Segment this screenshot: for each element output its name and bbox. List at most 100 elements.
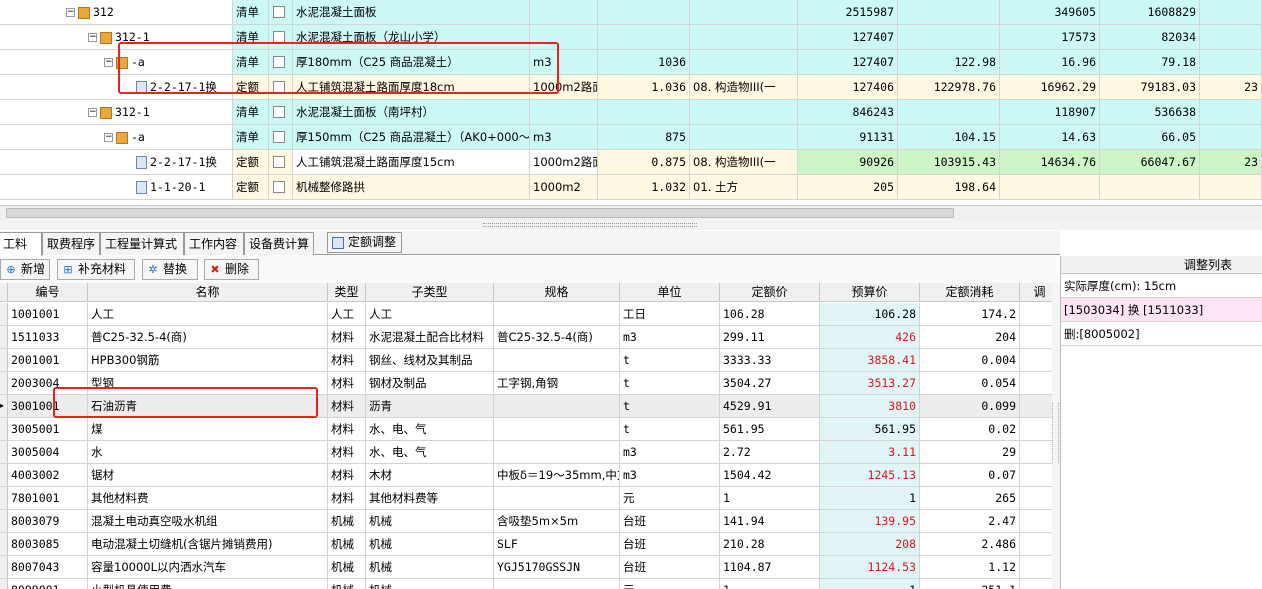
tree-row[interactable]: 2-2-17-1换 定额 人工铺筑混凝土路面厚度15cm 1000m2路面 0.875 0… — [0, 150, 1262, 175]
tree-c2-cell[interactable]: 66.05 — [1100, 125, 1200, 149]
tree-c2-cell[interactable]: 82034 — [1100, 25, 1200, 49]
tree-spec-cell[interactable]: 01. 土方 — [690, 175, 798, 199]
material-qprice-cell[interactable]: 1104.87 — [720, 556, 820, 578]
row-indicator[interactable] — [0, 464, 8, 486]
tree-name-cell[interactable]: 水泥混凝土面板 — [293, 0, 530, 24]
column-header[interactable]: 规格 — [494, 283, 620, 302]
material-consume-cell[interactable]: 0.004 — [920, 349, 1020, 371]
material-row[interactable]: 1511033 普C25-32.5-4(商) 材料 水泥混凝土配合比材料 普C25-32… — [0, 326, 1052, 349]
row-checkbox-cell[interactable] — [269, 125, 293, 149]
row-indicator[interactable] — [0, 533, 8, 555]
tree-spec-cell[interactable] — [690, 125, 798, 149]
material-row[interactable]: 7801001 其他材料费 材料 其他材料费等元 1 1 265 — [0, 487, 1052, 510]
material-adj-cell[interactable] — [1020, 349, 1052, 371]
tree-price-cell[interactable]: 103915.43 — [898, 150, 1000, 174]
tree-qty-cell[interactable]: 1.036 — [598, 75, 690, 99]
scrollbar-thumb[interactable] — [6, 208, 954, 218]
material-code-cell[interactable]: 4003002 — [8, 464, 88, 486]
tree-qty-cell[interactable]: 1.032 — [598, 175, 690, 199]
material-spec-cell[interactable] — [494, 487, 620, 509]
material-code-cell[interactable]: 7801001 — [8, 487, 88, 509]
row-checkbox[interactable] — [273, 56, 285, 68]
material-type-cell[interactable]: 材料 — [328, 464, 366, 486]
tree-spec-cell[interactable] — [690, 25, 798, 49]
material-spec-cell[interactable]: 中板δ＝19～35mm,中方 — [494, 464, 620, 486]
material-bprice-cell[interactable]: 1 — [820, 579, 920, 589]
material-sub-cell[interactable]: 机械 — [366, 533, 494, 555]
material-bprice-cell[interactable]: 3513.27 — [820, 372, 920, 394]
tree-c1-cell[interactable]: 17573 — [1000, 25, 1100, 49]
row-checkbox-cell[interactable] — [269, 0, 293, 24]
material-qprice-cell[interactable]: 106.28 — [720, 303, 820, 325]
material-code-cell[interactable]: 8099001 — [8, 579, 88, 589]
material-unit-cell[interactable]: 台班 — [620, 510, 720, 532]
material-unit-cell[interactable]: t — [620, 349, 720, 371]
tree-c1-cell[interactable]: 16962.29 — [1000, 75, 1100, 99]
row-indicator[interactable] — [0, 418, 8, 440]
row-checkbox[interactable] — [273, 181, 285, 193]
material-spec-cell[interactable]: 普C25-32.5-4(商) — [494, 326, 620, 348]
row-indicator[interactable] — [0, 349, 8, 371]
material-consume-cell[interactable]: 251.1 — [920, 579, 1020, 589]
material-adj-cell[interactable] — [1020, 579, 1052, 589]
vertical-splitter[interactable] — [1052, 283, 1060, 589]
tree-c3-cell[interactable] — [1200, 50, 1262, 74]
tree-total-cell[interactable]: 127406 — [798, 75, 898, 99]
material-name-cell[interactable]: 电动混凝土切缝机(含锯片摊销费用) — [88, 533, 328, 555]
material-type-cell[interactable]: 材料 — [328, 441, 366, 463]
tree-c3-cell[interactable]: 23 — [1200, 150, 1262, 174]
row-indicator[interactable] — [0, 579, 8, 589]
column-header[interactable]: 定额价 — [720, 283, 820, 302]
tree-type-cell[interactable]: 定额 — [233, 175, 269, 199]
tree-spec-cell[interactable] — [690, 100, 798, 124]
material-type-cell[interactable]: 材料 — [328, 349, 366, 371]
material-spec-cell[interactable] — [494, 395, 620, 417]
material-code-cell[interactable]: 3005004 — [8, 441, 88, 463]
material-sub-cell[interactable]: 木材 — [366, 464, 494, 486]
adjust-item-replace[interactable]: [1503034] 换 [1511033] — [1061, 298, 1262, 322]
material-consume-cell[interactable]: 0.054 — [920, 372, 1020, 394]
material-type-cell[interactable]: 材料 — [328, 326, 366, 348]
material-qprice-cell[interactable]: 141.94 — [720, 510, 820, 532]
material-row[interactable]: ▸ 3001001 石油沥青 材料 沥青 t 4529.91 3810 0.099 — [0, 395, 1052, 418]
tab-labor-material-machine[interactable]: 工料机 — [0, 232, 42, 273]
tree-c1-cell[interactable] — [1000, 175, 1100, 199]
collapse-toggle-icon[interactable]: − — [104, 58, 113, 67]
material-sub-cell[interactable]: 水泥混凝土配合比材料 — [366, 326, 494, 348]
tree-type-cell[interactable]: 清单 — [233, 125, 269, 149]
material-sub-cell[interactable]: 钢丝、线材及其制品 — [366, 349, 494, 371]
material-sub-cell[interactable]: 机械 — [366, 556, 494, 578]
tree-name-cell[interactable]: 人工铺筑混凝土路面厚度18cm — [293, 75, 530, 99]
row-checkbox-cell[interactable] — [269, 100, 293, 124]
material-spec-cell[interactable] — [494, 418, 620, 440]
material-adj-cell[interactable] — [1020, 487, 1052, 509]
material-consume-cell[interactable]: 0.02 — [920, 418, 1020, 440]
row-checkbox-cell[interactable] — [269, 75, 293, 99]
row-indicator[interactable] — [0, 556, 8, 578]
adjust-item-delete[interactable]: 删:[8005002] — [1061, 322, 1262, 346]
material-code-cell[interactable]: 3001001 — [8, 395, 88, 417]
tree-price-cell[interactable]: 104.15 — [898, 125, 1000, 149]
material-row[interactable]: 8007043 容量10000L以内洒水汽车 机械 机械 YGJ5170GSSJN 台班 1… — [0, 556, 1052, 579]
tree-qty-cell[interactable] — [598, 100, 690, 124]
tree-c3-cell[interactable]: 23 — [1200, 75, 1262, 99]
tree-spec-cell[interactable]: 08. 构造物III(一 — [690, 75, 798, 99]
tree-qty-cell[interactable]: 1036 — [598, 50, 690, 74]
tree-c2-cell[interactable]: 79183.03 — [1100, 75, 1200, 99]
row-indicator[interactable] — [0, 510, 8, 532]
tree-c2-cell[interactable] — [1100, 175, 1200, 199]
tree-c1-cell[interactable]: 118907 — [1000, 100, 1100, 124]
material-consume-cell[interactable]: 1.12 — [920, 556, 1020, 578]
tree-c2-cell[interactable]: 79.18 — [1100, 50, 1200, 74]
material-code-cell[interactable]: 2001001 — [8, 349, 88, 371]
tree-c1-cell[interactable]: 349605 — [1000, 0, 1100, 24]
row-checkbox[interactable] — [273, 6, 285, 18]
tree-total-cell[interactable]: 127407 — [798, 50, 898, 74]
column-header[interactable]: 名称 — [88, 283, 328, 302]
tree-row[interactable]: − 312-1 清单 水泥混凝土面板（南坪村） 846243 118907 536638 — [0, 100, 1262, 125]
tree-price-cell[interactable]: 122.98 — [898, 50, 1000, 74]
material-code-cell[interactable]: 3005001 — [8, 418, 88, 440]
tree-qty-cell[interactable] — [598, 25, 690, 49]
material-consume-cell[interactable]: 2.47 — [920, 510, 1020, 532]
tree-type-cell[interactable]: 定额 — [233, 150, 269, 174]
